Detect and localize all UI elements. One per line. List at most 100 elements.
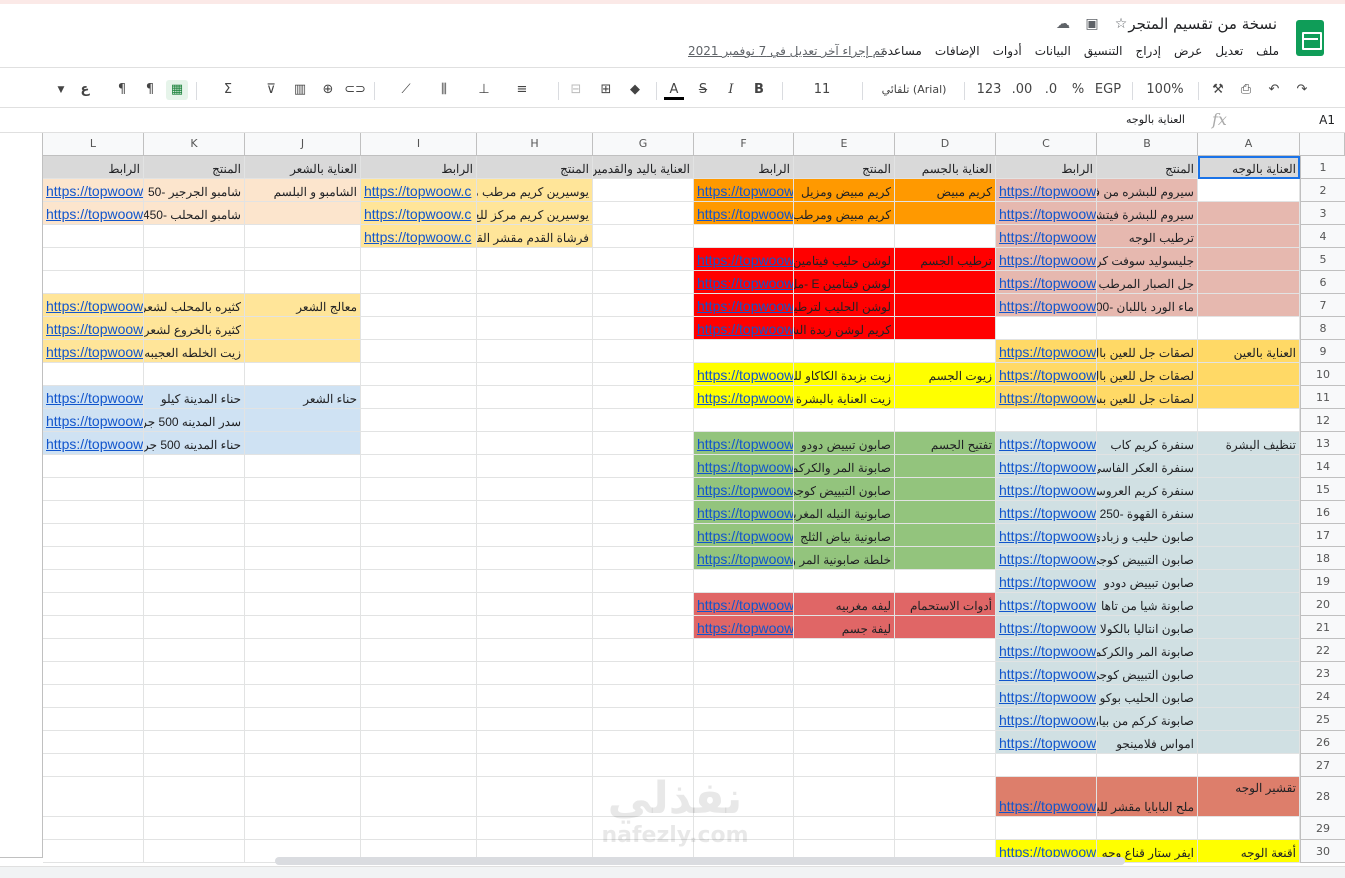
cell-g24[interactable]: [593, 685, 694, 708]
cell-i26[interactable]: [361, 731, 477, 754]
cell-i16[interactable]: [361, 501, 477, 524]
merge-cells-icon[interactable]: ⊟: [566, 80, 586, 100]
cell-link-c16[interactable]: https://topwoow: [996, 501, 1097, 524]
vertical-align-icon[interactable]: ⊥: [474, 80, 494, 100]
cell-link-f18[interactable]: https://topwoow: [694, 547, 794, 570]
fill-color-icon[interactable]: ◆: [624, 80, 646, 100]
cell-l4[interactable]: [43, 225, 144, 248]
cell-e7[interactable]: لوشن الحليب لترطيب: [794, 294, 895, 317]
horizontal-align-icon[interactable]: ≡: [512, 80, 532, 100]
cell-a24[interactable]: [1198, 685, 1300, 708]
borders-icon[interactable]: ⊞: [596, 80, 616, 100]
cell-link-l13[interactable]: https://topwoow: [43, 432, 144, 455]
cell-b4[interactable]: ترطيب الوجه: [1097, 225, 1198, 248]
cell-d5[interactable]: ترطيب الجسم: [895, 248, 996, 271]
cell-k30[interactable]: [144, 840, 245, 863]
cell-h29[interactable]: [477, 817, 593, 840]
cell-k17[interactable]: [144, 524, 245, 547]
cell-l10[interactable]: [43, 363, 144, 386]
cell-b16[interactable]: سنفرة القهوة -250: [1097, 501, 1198, 524]
cell-link-c23[interactable]: https://topwoow: [996, 662, 1097, 685]
cell-e11[interactable]: زيت العناية بالبشرة: [794, 386, 895, 409]
cell-i1[interactable]: الرابط: [361, 156, 477, 179]
cell-link-c17[interactable]: https://topwoow: [996, 524, 1097, 547]
cell-k4[interactable]: [144, 225, 245, 248]
row-header-29[interactable]: 29: [1300, 817, 1345, 840]
cell-a1[interactable]: العناية بالوجه: [1198, 156, 1300, 179]
row-header-26[interactable]: 26: [1300, 731, 1345, 754]
menu-addons[interactable]: الإضافات: [935, 44, 980, 58]
cell-l24[interactable]: [43, 685, 144, 708]
cell-d17[interactable]: [895, 524, 996, 547]
cell-link-l8[interactable]: https://topwoow: [43, 317, 144, 340]
cell-l22[interactable]: [43, 639, 144, 662]
cell-b1[interactable]: المنتج: [1097, 156, 1198, 179]
cell-k25[interactable]: [144, 708, 245, 731]
cell-b22[interactable]: صابونة المر والكركم: [1097, 639, 1198, 662]
cell-g6[interactable]: [593, 271, 694, 294]
cell-b28[interactable]: ملح البابايا مقشر للبش: [1097, 777, 1198, 817]
cell-d29[interactable]: [895, 817, 996, 840]
column-header-j[interactable]: J: [245, 133, 361, 156]
cell-h3[interactable]: يوسيرين كريم مركز للع: [477, 202, 593, 225]
column-header-f[interactable]: F: [694, 133, 794, 156]
cell-link-c3[interactable]: https://topwoow: [996, 202, 1097, 225]
row-header-9[interactable]: 9: [1300, 340, 1345, 363]
cell-f26[interactable]: [694, 731, 794, 754]
cell-h4[interactable]: فرشاة القدم مقشر القدم: [477, 225, 593, 248]
cell-d4[interactable]: [895, 225, 996, 248]
column-header-l[interactable]: L: [43, 133, 144, 156]
cell-a21[interactable]: [1198, 616, 1300, 639]
cell-b18[interactable]: صابون التبييض كوجي: [1097, 547, 1198, 570]
cell-g22[interactable]: [593, 639, 694, 662]
cloud-status-icon[interactable]: ☁: [1055, 16, 1071, 32]
cell-e5[interactable]: لوشن حليب فيتامين: [794, 248, 895, 271]
paint-format-icon[interactable]: ⚒: [1208, 80, 1228, 100]
cell-j15[interactable]: [245, 478, 361, 501]
row-header-7[interactable]: 7: [1300, 294, 1345, 317]
cell-l16[interactable]: [43, 501, 144, 524]
cell-link-c9[interactable]: https://topwoow: [996, 340, 1097, 363]
cell-l28[interactable]: [43, 777, 144, 817]
cell-f19[interactable]: [694, 570, 794, 593]
cell-link-c7[interactable]: https://topwoow: [996, 294, 1097, 317]
currency-format-button[interactable]: EGP: [1092, 80, 1124, 100]
cell-f12[interactable]: [694, 409, 794, 432]
cell-e24[interactable]: [794, 685, 895, 708]
cell-l23[interactable]: [43, 662, 144, 685]
cell-j13[interactable]: [245, 432, 361, 455]
cell-g2[interactable]: [593, 179, 694, 202]
cell-g25[interactable]: [593, 708, 694, 731]
row-header-3[interactable]: 3: [1300, 202, 1345, 225]
cell-link-f10[interactable]: https://topwoow: [694, 363, 794, 386]
italic-button[interactable]: I: [722, 80, 740, 100]
cell-b15[interactable]: سنفرة كريم العروسه: [1097, 478, 1198, 501]
cell-link-c14[interactable]: https://topwoow: [996, 455, 1097, 478]
cell-link-c5[interactable]: https://topwoow: [996, 248, 1097, 271]
menu-file[interactable]: ملف: [1256, 44, 1279, 58]
cell-k3[interactable]: شامبو المحلب -450: [144, 202, 245, 225]
cell-a12[interactable]: [1198, 409, 1300, 432]
text-wrapping-icon[interactable]: ⫼: [434, 80, 454, 100]
cell-link-c21[interactable]: https://topwoow: [996, 616, 1097, 639]
cell-e12[interactable]: [794, 409, 895, 432]
cell-b26[interactable]: امواس فلامينجو: [1097, 731, 1198, 754]
cell-d22[interactable]: [895, 639, 996, 662]
cell-g18[interactable]: [593, 547, 694, 570]
cell-b27[interactable]: [1097, 754, 1198, 777]
cell-j10[interactable]: [245, 363, 361, 386]
cell-link-f11[interactable]: https://topwoow: [694, 386, 794, 409]
cell-b3[interactable]: سيروم للبشرة فيتشي: [1097, 202, 1198, 225]
column-header-d[interactable]: D: [895, 133, 996, 156]
cell-d14[interactable]: [895, 455, 996, 478]
cell-link-c22[interactable]: https://topwoow: [996, 639, 1097, 662]
cell-link-c2[interactable]: https://topwoow: [996, 179, 1097, 202]
cell-b6[interactable]: جل الصبار المرطب: [1097, 271, 1198, 294]
row-header-12[interactable]: 12: [1300, 409, 1345, 432]
cell-d2[interactable]: كريم مبيض: [895, 179, 996, 202]
cell-j20[interactable]: [245, 593, 361, 616]
row-header-18[interactable]: 18: [1300, 547, 1345, 570]
cell-link-i4[interactable]: https://topwoow.c: [361, 225, 477, 248]
cell-e8[interactable]: كريم لوشن زبدة الشيا: [794, 317, 895, 340]
cell-i23[interactable]: [361, 662, 477, 685]
